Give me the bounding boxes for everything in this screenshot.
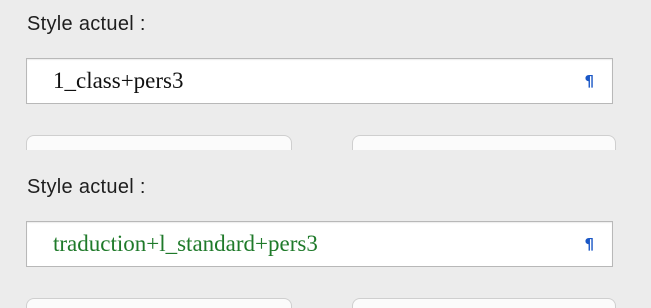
right-button[interactable] — [352, 135, 616, 150]
left-button[interactable] — [26, 135, 292, 150]
style-panel-2: Style actuel : traduction+l_standard+per… — [0, 150, 651, 308]
current-style-label: Style actuel : — [27, 176, 146, 198]
current-style-value: 1_class+pers3 — [53, 68, 184, 93]
style-panel-1: Style actuel : 1_class+pers3 ¶ — [0, 0, 651, 150]
paragraph-mark-icon: ¶ — [584, 72, 594, 90]
right-button[interactable] — [352, 298, 616, 308]
current-style-field[interactable]: traduction+l_standard+pers3 ¶ — [26, 221, 613, 267]
current-style-field[interactable]: 1_class+pers3 ¶ — [26, 58, 613, 104]
current-style-value: traduction+l_standard+pers3 — [53, 231, 318, 256]
left-button[interactable] — [26, 298, 292, 308]
current-style-label: Style actuel : — [27, 13, 146, 35]
paragraph-mark-icon: ¶ — [584, 235, 594, 253]
